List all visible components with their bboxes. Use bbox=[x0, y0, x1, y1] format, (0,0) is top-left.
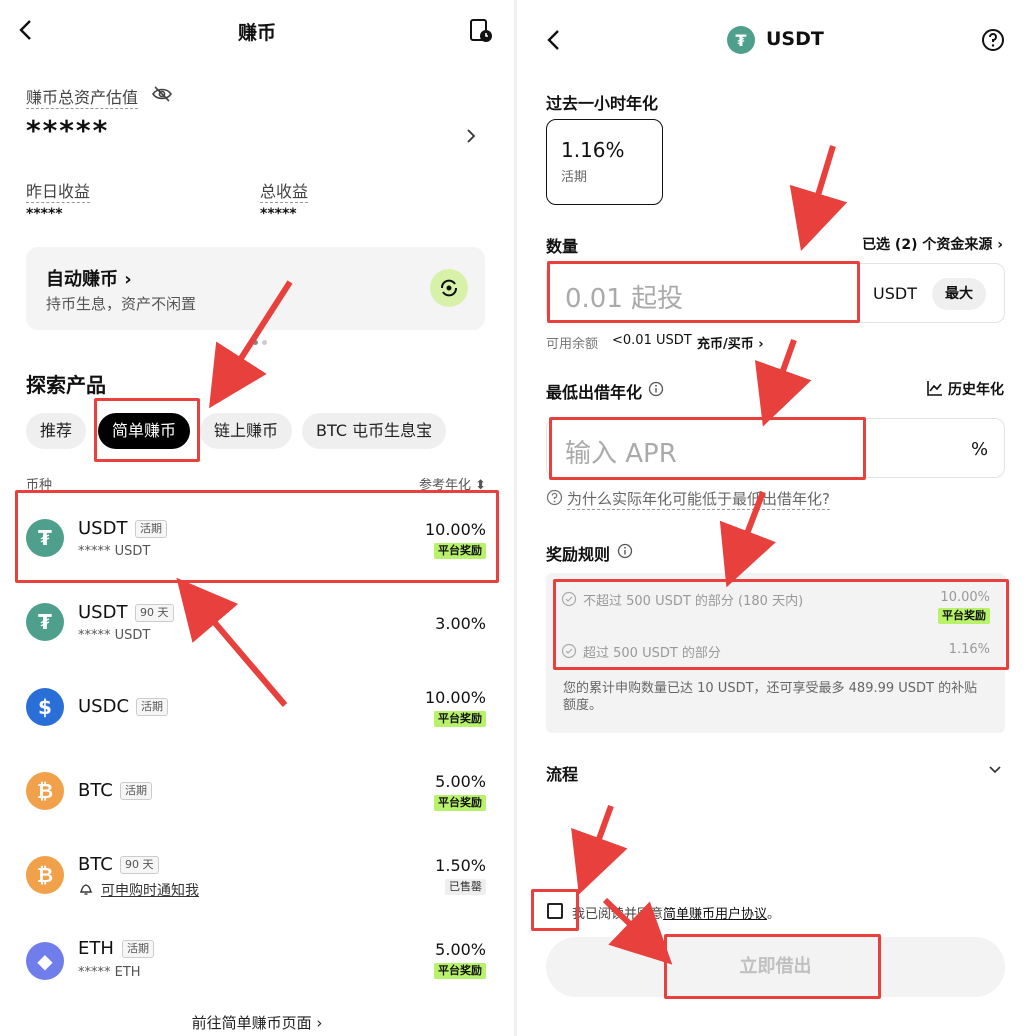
lend-panel: ₮ USDT 过去一小时年化 1.16% 活期 数量 已选 (2) 个资金来源 … bbox=[517, 0, 1033, 1036]
annotation-arrows bbox=[176, 280, 293, 707]
earn-panel: 赚币 赚币总资产估值 ***** 昨日收益 ***** 总收益 ***** 自动… bbox=[0, 0, 514, 1036]
annotation-arrows bbox=[571, 145, 848, 965]
